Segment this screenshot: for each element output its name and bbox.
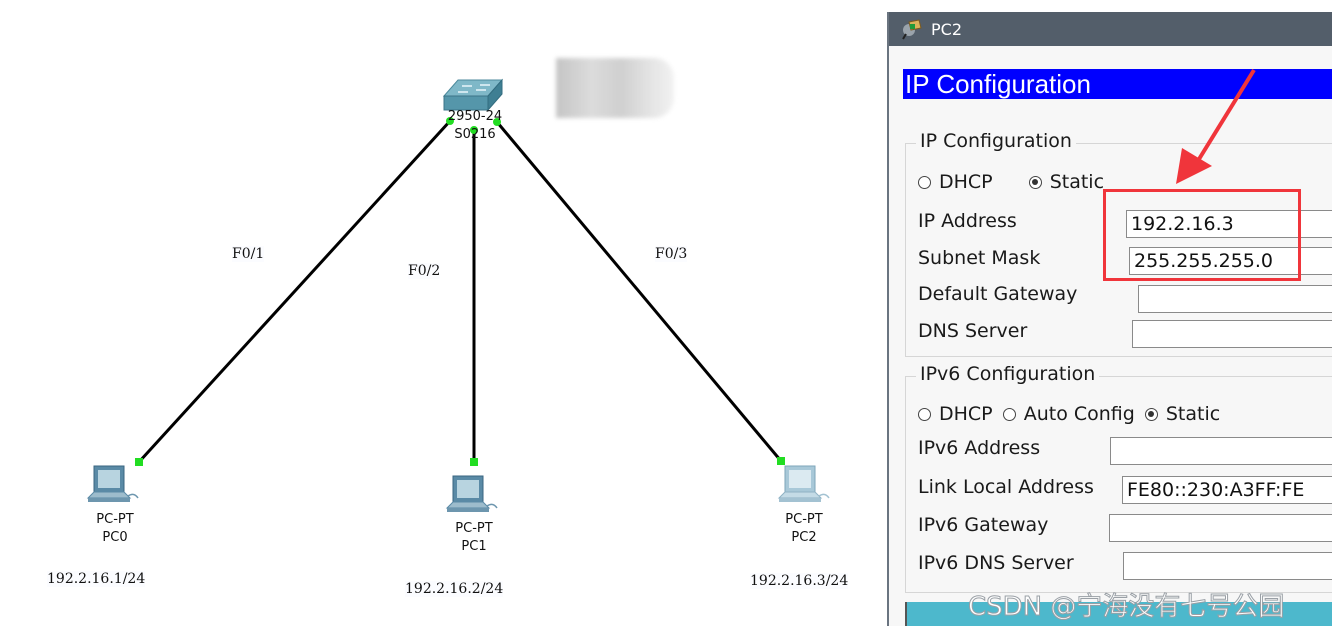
window-titlebar[interactable]: PC2 xyxy=(889,12,1332,46)
pc2-type: PC-PT xyxy=(785,512,823,527)
pc0-ip-note: 192.2.16.1/24 xyxy=(47,571,146,587)
ipv6-static-radio[interactable]: Static xyxy=(1144,403,1221,425)
switch-label: 2950-24 S0216 xyxy=(435,108,515,144)
radio-selected-icon xyxy=(1144,407,1158,421)
ipv6-dhcp-label: DHCP xyxy=(939,403,993,425)
pc2-label: PC-PT PC2 xyxy=(764,511,844,547)
port-led-pc0 xyxy=(135,458,143,466)
link-local-address-label: Link Local Address xyxy=(918,476,1094,498)
ipv6-group-title: IPv6 Configuration xyxy=(916,363,1100,385)
switch-name: S0216 xyxy=(454,127,496,142)
switch-icon[interactable] xyxy=(442,78,504,112)
link-f0-1[interactable] xyxy=(137,119,452,464)
ipv6-address-label: IPv6 Address xyxy=(918,437,1041,459)
dns-server-label: DNS Server xyxy=(918,320,1028,342)
pc2-icon[interactable] xyxy=(777,465,830,502)
ipv4-static-label: Static xyxy=(1049,171,1105,193)
port-led-pc1 xyxy=(470,458,478,466)
pc1-label: PC-PT PC1 xyxy=(434,520,514,556)
pc2-name: PC2 xyxy=(791,530,817,545)
ipv4-group-title: IP Configuration xyxy=(916,130,1076,152)
ipv6-config-group: IPv6 Configuration DHCP Auto Config Stat… xyxy=(905,363,1332,593)
pc1-type: PC-PT xyxy=(455,521,493,536)
pc0-name: PC0 xyxy=(102,530,128,545)
topology-canvas[interactable]: 2950-24 S0216 F0/1 F0/2 F0/3 PC-PT PC0 P… xyxy=(0,0,887,626)
switch-model: 2950-24 xyxy=(447,109,503,124)
radio-selected-icon xyxy=(1028,175,1042,189)
port-label-f0-1: F0/1 xyxy=(232,246,265,262)
default-gateway-label: Default Gateway xyxy=(918,283,1078,305)
default-gateway-input[interactable] xyxy=(1138,285,1332,313)
ipv6-static-label: Static xyxy=(1165,403,1221,425)
window-title: PC2 xyxy=(931,19,962,39)
packet-tracer-pc-icon xyxy=(901,18,923,40)
redacted-region xyxy=(556,58,674,118)
link-f0-3[interactable] xyxy=(495,121,783,462)
pc2-ip-note: 192.2.16.3/24 xyxy=(750,573,849,589)
ipv6-mode-radios: DHCP Auto Config Static xyxy=(918,403,1230,426)
watermark: CSDN @宁海没有七号公园 xyxy=(967,592,1285,623)
annotation-highlight-box xyxy=(1103,189,1301,281)
ipv4-mode-radios: DHCP Static xyxy=(918,171,1114,194)
section-banner: IP Configuration xyxy=(903,69,1332,99)
radio-unselected-icon xyxy=(918,407,931,421)
port-label-f0-3: F0/3 xyxy=(655,246,688,262)
port-led-pc2 xyxy=(777,457,785,465)
ipv4-dhcp-radio[interactable]: DHCP xyxy=(918,171,993,193)
pc1-icon[interactable] xyxy=(445,475,498,512)
ipv6-address-input[interactable] xyxy=(1110,437,1332,465)
ipv6-autoconfig-label: Auto Config xyxy=(1023,403,1135,425)
pc1-ip-note: 192.2.16.2/24 xyxy=(405,581,504,597)
link-local-address-input[interactable]: FE80::230:A3FF:FE xyxy=(1122,476,1332,504)
ipv6-gateway-input[interactable] xyxy=(1109,514,1332,542)
pc1-name: PC1 xyxy=(461,539,487,554)
pc0-type: PC-PT xyxy=(96,512,134,527)
radio-unselected-icon xyxy=(918,175,931,189)
subnet-mask-label: Subnet Mask xyxy=(918,247,1041,269)
ipv6-dhcp-radio[interactable]: DHCP xyxy=(918,403,993,425)
ipv6-autoconfig-radio[interactable]: Auto Config xyxy=(1002,403,1135,425)
ipv4-dhcp-label: DHCP xyxy=(939,171,993,193)
ip-address-label: IP Address xyxy=(918,210,1017,232)
pc2-config-window: PC2 IP Configuration IP Configuration DH… xyxy=(887,12,1332,626)
ipv6-gateway-label: IPv6 Gateway xyxy=(918,514,1049,536)
pc0-label: PC-PT PC0 xyxy=(75,511,155,547)
ipv6-dns-server-label: IPv6 DNS Server xyxy=(918,552,1074,574)
dns-server-input[interactable] xyxy=(1132,320,1332,348)
radio-unselected-icon xyxy=(1002,407,1016,421)
pc0-icon[interactable] xyxy=(86,465,139,502)
port-label-f0-2: F0/2 xyxy=(408,263,441,279)
ipv4-static-radio[interactable]: Static xyxy=(1028,171,1105,193)
ipv6-dns-server-input[interactable] xyxy=(1123,552,1332,580)
